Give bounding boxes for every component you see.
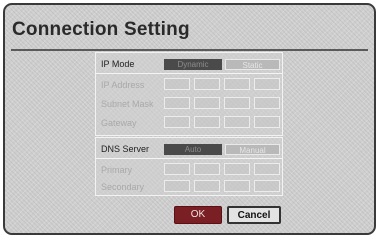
gateway-octet-2[interactable] <box>194 116 220 128</box>
ok-button[interactable]: OK <box>174 206 222 224</box>
dns-divider <box>96 158 282 159</box>
dialog-title: Connection Setting <box>12 19 190 40</box>
gateway-field[interactable] <box>164 116 282 130</box>
subnet-mask-octet-2[interactable] <box>194 97 220 109</box>
primary-dns-label: Primary <box>101 165 132 175</box>
ip-address-octet-2[interactable] <box>194 78 220 90</box>
secondary-dns-field[interactable] <box>164 180 282 194</box>
dns-manual-option[interactable]: Manual <box>225 144 280 155</box>
ip-address-octet-4[interactable] <box>254 78 280 90</box>
subnet-mask-octet-3[interactable] <box>224 97 250 109</box>
subnet-mask-octet-4[interactable] <box>254 97 280 109</box>
ip-address-octet-3[interactable] <box>224 78 250 90</box>
primary-dns-octet-1[interactable] <box>164 163 190 175</box>
ip-settings-panel: IP Mode Dynamic Static IP Address Subnet… <box>95 52 283 136</box>
secondary-dns-label: Secondary <box>101 182 145 192</box>
ip-mode-label: IP Mode <box>101 59 135 69</box>
ip-address-label: IP Address <box>101 80 145 90</box>
primary-dns-octet-4[interactable] <box>254 163 280 175</box>
dns-auto-option[interactable]: Auto <box>164 144 222 155</box>
primary-dns-octet-2[interactable] <box>194 163 220 175</box>
subnet-mask-octet-1[interactable] <box>164 97 190 109</box>
dns-settings-panel: DNS Server Auto Manual Primary Secondary <box>95 137 283 196</box>
gateway-octet-4[interactable] <box>254 116 280 128</box>
title-divider <box>11 49 368 51</box>
gateway-octet-3[interactable] <box>224 116 250 128</box>
ip-mode-divider <box>96 73 282 74</box>
secondary-dns-octet-1[interactable] <box>164 180 190 192</box>
ip-address-field[interactable] <box>164 78 282 92</box>
ip-mode-static-option[interactable]: Static <box>225 59 280 70</box>
primary-dns-field[interactable] <box>164 163 282 177</box>
gateway-octet-1[interactable] <box>164 116 190 128</box>
secondary-dns-octet-2[interactable] <box>194 180 220 192</box>
ip-address-octet-1[interactable] <box>164 78 190 90</box>
subnet-mask-field[interactable] <box>164 97 282 111</box>
ip-mode-dynamic-option[interactable]: Dynamic <box>164 59 222 70</box>
dns-server-label: DNS Server <box>101 144 150 154</box>
subnet-mask-label: Subnet Mask <box>101 99 154 109</box>
gateway-label: Gateway <box>101 118 137 128</box>
secondary-dns-octet-4[interactable] <box>254 180 280 192</box>
primary-dns-octet-3[interactable] <box>224 163 250 175</box>
secondary-dns-octet-3[interactable] <box>224 180 250 192</box>
cancel-button[interactable]: Cancel <box>227 206 281 224</box>
